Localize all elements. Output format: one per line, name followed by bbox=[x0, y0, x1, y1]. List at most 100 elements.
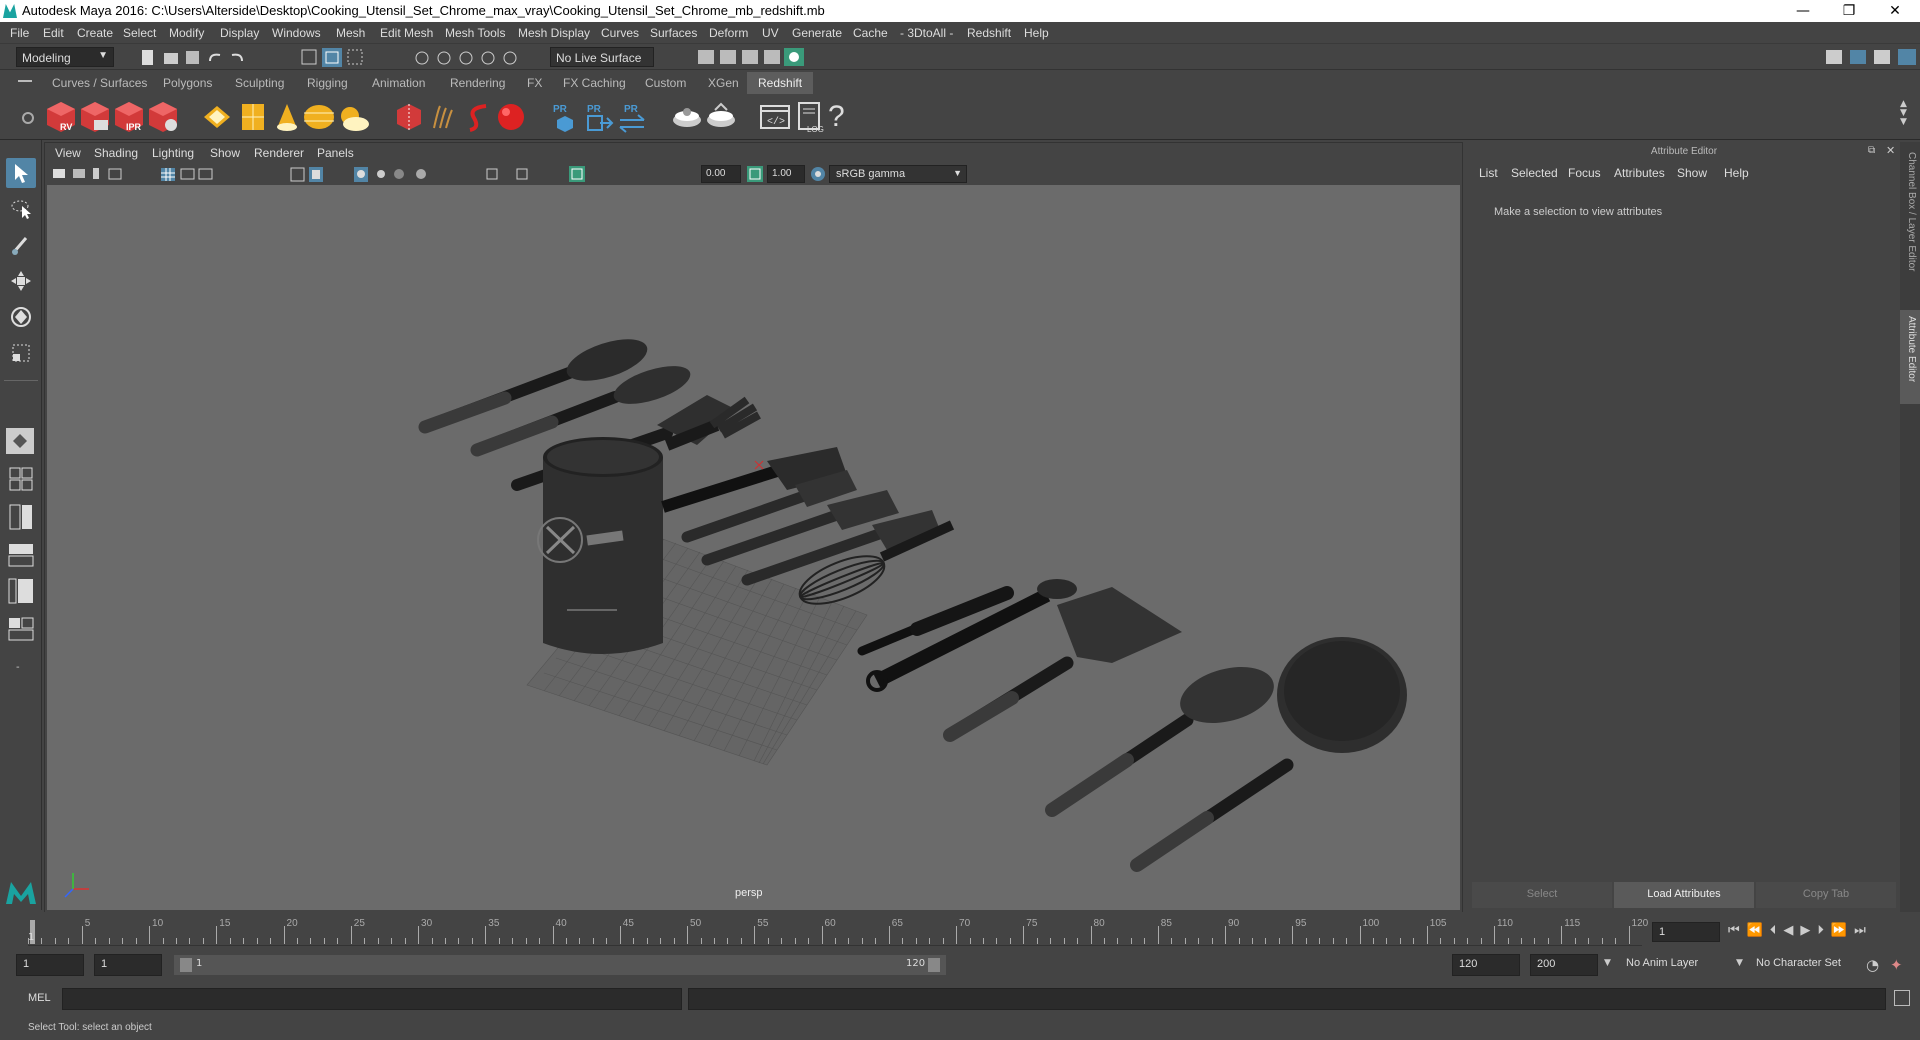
menu-3dtoall[interactable]: - 3DtoAll - bbox=[900, 26, 953, 40]
maximize-button[interactable]: ❐ bbox=[1826, 0, 1872, 22]
redshift-light-spot-icon[interactable] bbox=[270, 100, 304, 134]
lights-icon[interactable] bbox=[377, 170, 385, 178]
modeling-toolkit-icon[interactable] bbox=[1826, 50, 1842, 64]
load-attributes-button[interactable]: Load Attributes bbox=[1614, 882, 1754, 908]
redshift-pr-export-icon[interactable]: PR bbox=[582, 100, 616, 134]
tab-attribute-editor[interactable]: Attribute Editor bbox=[1900, 310, 1920, 404]
copy-tab-button[interactable]: Copy Tab bbox=[1756, 882, 1896, 908]
wireframe-icon[interactable] bbox=[290, 167, 305, 182]
paint-select-tool-icon[interactable] bbox=[6, 230, 36, 260]
tab-fx-caching[interactable]: FX Caching bbox=[563, 76, 626, 90]
channel-box-icon[interactable] bbox=[1898, 49, 1916, 65]
save-scene-icon[interactable] bbox=[186, 51, 199, 64]
ipr-render-icon[interactable] bbox=[742, 50, 758, 64]
select-object-icon[interactable] bbox=[322, 48, 342, 67]
snap-view-icon[interactable] bbox=[481, 51, 495, 65]
anim-end-field[interactable]: 120 bbox=[1452, 954, 1520, 976]
open-scene-icon[interactable] bbox=[164, 53, 178, 64]
redshift-log-icon[interactable]: LOG bbox=[792, 100, 826, 134]
close-icon[interactable]: ✕ bbox=[1886, 144, 1895, 157]
ambient-occlusion-icon[interactable] bbox=[416, 169, 426, 179]
redshift-proxy-icon[interactable] bbox=[392, 100, 426, 134]
menu-surfaces[interactable]: Surfaces bbox=[650, 26, 697, 40]
live-surface-field[interactable]: No Live Surface bbox=[550, 47, 654, 67]
tab-rendering[interactable]: Rendering bbox=[450, 76, 505, 90]
mel-input[interactable] bbox=[62, 988, 682, 1010]
tab-channel-box[interactable]: Channel Box / Layer Editor bbox=[1903, 152, 1917, 292]
vp-menu-panels[interactable]: Panels bbox=[317, 146, 354, 160]
tab-polygons[interactable]: Polygons bbox=[163, 76, 212, 90]
snap-grid-icon[interactable] bbox=[415, 51, 429, 65]
select-button[interactable]: Select bbox=[1472, 882, 1612, 908]
redshift-render-icon[interactable] bbox=[78, 100, 112, 134]
shelf-scroll-icon[interactable]: ▲ ▼ ▼ bbox=[1900, 100, 1907, 127]
range-start-handle[interactable] bbox=[180, 958, 192, 972]
tab-fx[interactable]: FX bbox=[527, 76, 542, 90]
redshift-settings-icon[interactable] bbox=[146, 100, 180, 134]
anim-start-field[interactable]: 1 bbox=[94, 954, 162, 976]
lasso-tool-icon[interactable] bbox=[6, 194, 36, 224]
chevron-down-icon[interactable]: ▼ bbox=[1604, 958, 1611, 968]
smooth-shade-icon[interactable] bbox=[309, 167, 323, 182]
float-icon[interactable]: ⧉ bbox=[1868, 145, 1875, 156]
ae-menu-help[interactable]: Help bbox=[1724, 166, 1749, 180]
help-icon[interactable]: ? bbox=[828, 100, 845, 134]
image-plane-icon[interactable] bbox=[108, 168, 122, 180]
current-frame-field[interactable]: 1 bbox=[1652, 922, 1720, 942]
redshift-render-view-icon[interactable]: RV bbox=[44, 100, 78, 134]
redshift-sphere-icon[interactable] bbox=[494, 100, 528, 134]
maya-home-icon[interactable] bbox=[4, 878, 38, 906]
auto-key-icon[interactable]: ◔ bbox=[1866, 956, 1879, 974]
move-tool-icon[interactable] bbox=[6, 266, 36, 296]
ae-menu-focus[interactable]: Focus bbox=[1568, 166, 1601, 180]
persp-graph-layout-icon[interactable] bbox=[6, 614, 36, 644]
camera-attributes-icon[interactable] bbox=[73, 169, 85, 178]
menu-mesh[interactable]: Mesh bbox=[336, 26, 365, 40]
animation-preferences-icon[interactable]: ✦ bbox=[1890, 956, 1903, 974]
redshift-pr-convert-icon[interactable]: PR bbox=[616, 100, 650, 134]
script-editor-icon[interactable] bbox=[1894, 990, 1910, 1006]
redshift-pr-mesh-icon[interactable]: PR bbox=[548, 100, 582, 134]
render-view-icon[interactable] bbox=[698, 50, 714, 64]
menu-edit-mesh[interactable]: Edit Mesh bbox=[380, 26, 433, 40]
tab-xgen[interactable]: XGen bbox=[708, 76, 739, 90]
shelf-settings-icon[interactable] bbox=[22, 112, 34, 124]
menu-help[interactable]: Help bbox=[1024, 26, 1049, 40]
timeline-ruler[interactable]: 1 5 10 15 20 25 30 35 40 45 50 55 60 65 70 75 80 85 90 95 1… bbox=[28, 916, 1648, 946]
ae-menu-list[interactable]: List bbox=[1479, 166, 1498, 180]
mode-selector[interactable]: Modeling ▼ bbox=[16, 47, 114, 67]
xray-icon[interactable] bbox=[516, 168, 528, 180]
rotate-tool-icon[interactable] bbox=[6, 302, 36, 332]
toolbox-more-icon[interactable]: - bbox=[16, 662, 24, 673]
menu-select[interactable]: Select bbox=[123, 26, 156, 40]
render-settings-icon[interactable] bbox=[764, 50, 780, 64]
undo-icon[interactable] bbox=[209, 53, 221, 62]
exposure-field[interactable]: 0.00 bbox=[701, 165, 741, 183]
tab-redshift[interactable]: Redshift bbox=[747, 72, 814, 94]
menu-mesh-tools[interactable]: Mesh Tools bbox=[445, 26, 505, 40]
redshift-light-ies-icon[interactable] bbox=[302, 100, 336, 134]
ae-menu-attributes[interactable]: Attributes bbox=[1614, 166, 1665, 180]
scale-tool-icon[interactable] bbox=[6, 338, 36, 368]
anim-layer-select[interactable]: No Anim Layer bbox=[1620, 954, 1732, 976]
bookmark-icon[interactable] bbox=[93, 168, 99, 179]
isolate-select-icon[interactable] bbox=[486, 168, 498, 180]
step-forward-key-icon[interactable]: ⏵ bbox=[1817, 923, 1831, 938]
menu-generate[interactable]: Generate bbox=[792, 26, 842, 40]
tab-custom[interactable]: Custom bbox=[645, 76, 686, 90]
exposure-icon[interactable] bbox=[569, 166, 585, 182]
new-scene-icon[interactable] bbox=[142, 50, 153, 65]
attribute-editor-toggle-icon[interactable] bbox=[1850, 50, 1866, 64]
gamma-field[interactable]: 1.00 bbox=[767, 165, 805, 183]
redshift-light-area-icon[interactable] bbox=[236, 100, 270, 134]
menu-edit[interactable]: Edit bbox=[43, 26, 64, 40]
snap-point-icon[interactable] bbox=[459, 51, 473, 65]
vp-menu-show[interactable]: Show bbox=[210, 146, 240, 160]
go-to-end-icon[interactable]: ⏭ bbox=[1854, 923, 1873, 938]
gamma-icon[interactable] bbox=[745, 165, 765, 183]
character-set-select[interactable]: No Character Set bbox=[1750, 954, 1864, 976]
redshift-light-rect-icon[interactable] bbox=[200, 100, 234, 134]
persp-outliner-layout-icon[interactable] bbox=[6, 576, 36, 606]
start-time-field[interactable]: 1 bbox=[16, 954, 84, 976]
vp-menu-view[interactable]: View bbox=[55, 146, 81, 160]
